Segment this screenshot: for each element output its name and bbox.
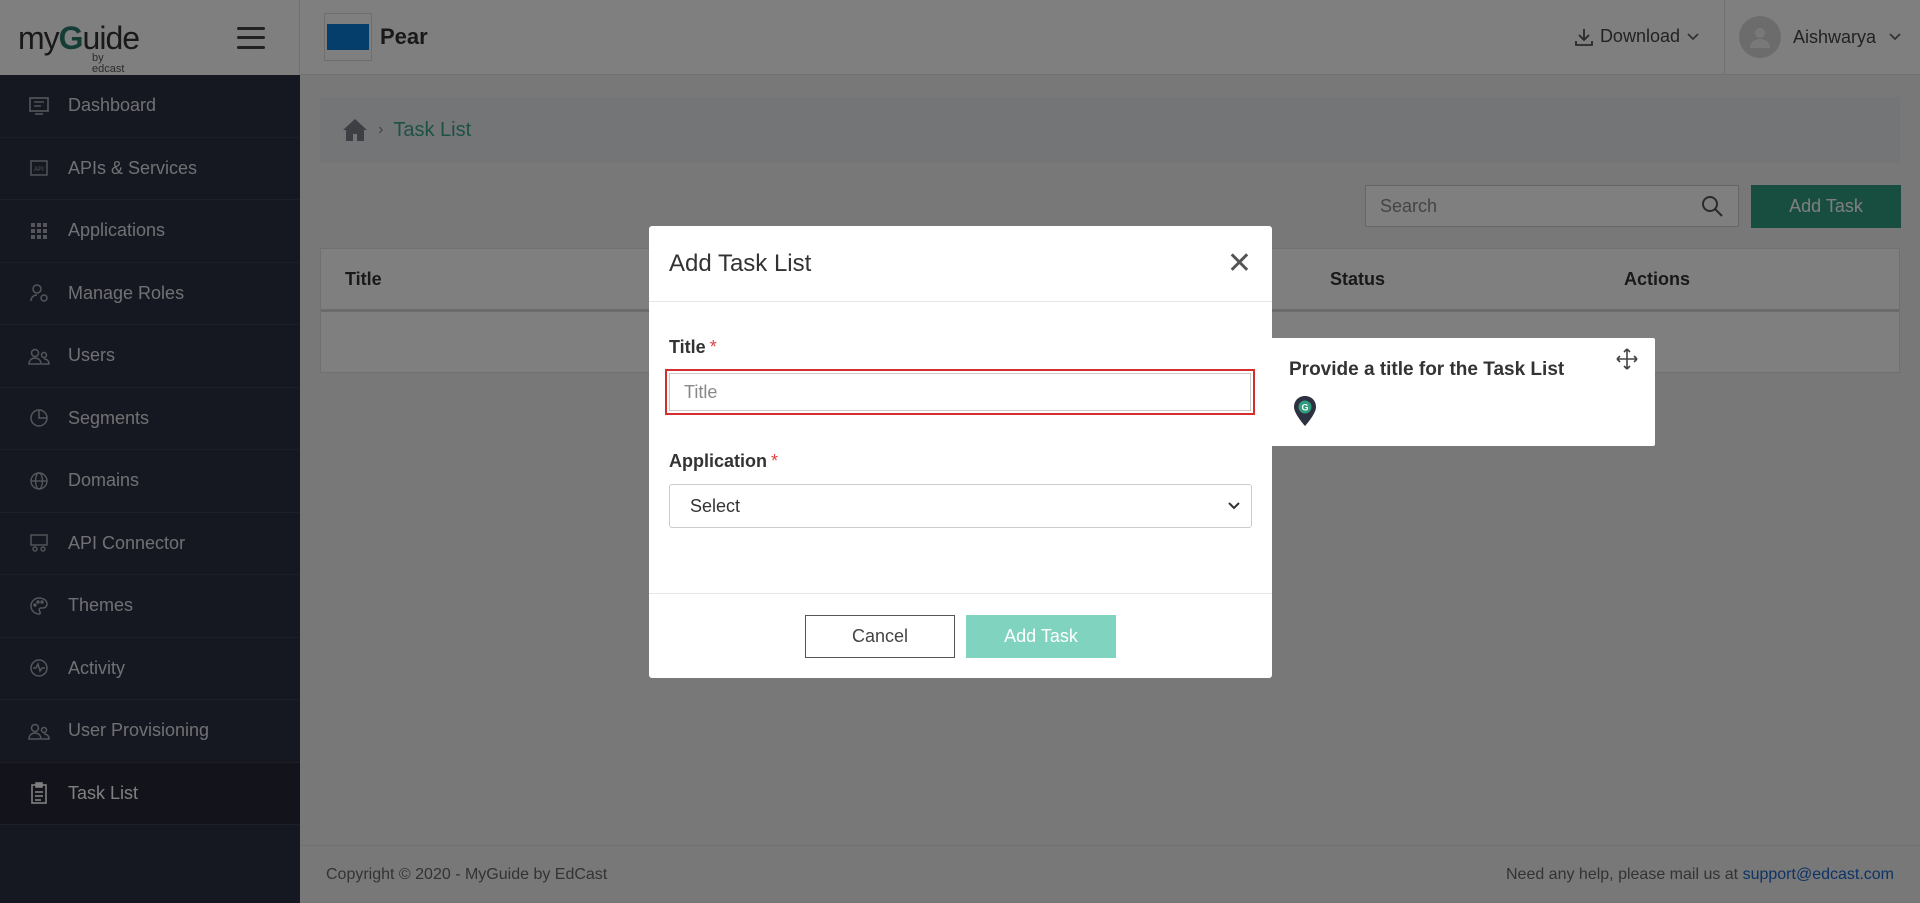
close-icon[interactable]: ✕ — [1227, 248, 1252, 279]
guide-tooltip: Provide a title for the Task List G — [1258, 338, 1655, 446]
add-task-submit-button[interactable]: Add Task — [966, 614, 1116, 658]
application-field-label: Application * — [669, 451, 778, 472]
chevron-down-icon — [1228, 502, 1240, 510]
modal-header: Add Task List ✕ — [649, 226, 1272, 302]
title-field-label: Title * — [669, 337, 717, 358]
myguide-pin-icon: G — [1294, 396, 1316, 426]
add-task-list-modal: Add Task List ✕ Title* Application* Sele… — [649, 226, 1272, 678]
svg-text:G: G — [1301, 403, 1308, 413]
move-icon[interactable] — [1615, 347, 1639, 371]
cancel-button[interactable]: Cancel — [805, 614, 955, 658]
title-label-text: Title — [669, 337, 706, 357]
title-field-highlight — [665, 369, 1255, 415]
application-select[interactable]: Select — [669, 484, 1252, 528]
required-mark: * — [771, 451, 779, 471]
modal-footer: Cancel Add Task — [649, 593, 1272, 678]
tooltip-text: Provide a title for the Task List — [1289, 359, 1565, 380]
application-select-value: Select — [690, 495, 741, 516]
required-mark: * — [709, 337, 717, 357]
application-label-text: Application — [669, 451, 767, 471]
modal-title: Add Task List — [669, 249, 812, 277]
title-input[interactable] — [669, 373, 1251, 411]
